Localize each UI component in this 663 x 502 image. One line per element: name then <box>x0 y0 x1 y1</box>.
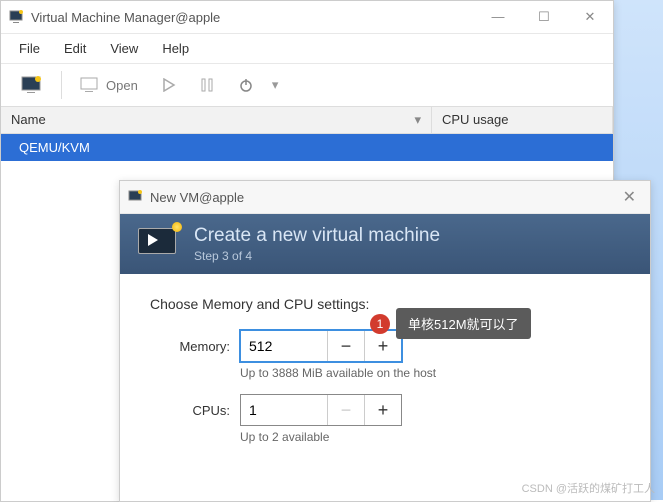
vm-row-selected[interactable]: QEMU/KVM <box>1 134 613 161</box>
memory-minus-button[interactable]: − <box>327 331 364 361</box>
play-button[interactable] <box>152 72 186 98</box>
dialog-icon <box>128 189 144 205</box>
annotation-callout: 1 单核512M就可以了 <box>370 308 531 339</box>
cpus-minus-button[interactable]: − <box>327 395 364 425</box>
cpus-row: CPUs: − + <box>150 394 620 426</box>
wizard-header: Create a new virtual machine Step 3 of 4 <box>120 214 650 274</box>
menu-edit[interactable]: Edit <box>54 38 96 59</box>
menu-view[interactable]: View <box>100 38 148 59</box>
close-button[interactable]: ✕ <box>575 9 605 25</box>
memory-label: Memory: <box>150 339 240 354</box>
open-button[interactable]: Open <box>70 71 148 99</box>
window-controls: — ☐ ✕ <box>483 9 605 25</box>
menubar: File Edit View Help <box>1 34 613 64</box>
cpus-input[interactable] <box>241 395 327 425</box>
cpus-spinner: − + <box>240 394 402 426</box>
memory-hint: Up to 3888 MiB available on the host <box>240 366 620 380</box>
wizard-icon <box>134 224 180 264</box>
power-button[interactable] <box>228 71 264 99</box>
menu-file[interactable]: File <box>9 38 50 59</box>
vm-name: QEMU/KVM <box>19 140 90 155</box>
cpus-hint: Up to 2 available <box>240 430 620 444</box>
watermark: CSDN @活跃的煤矿打工人 <box>522 480 655 496</box>
annotation-text: 单核512M就可以了 <box>396 308 531 339</box>
open-label: Open <box>106 78 138 93</box>
pause-button[interactable] <box>190 72 224 98</box>
maximize-button[interactable]: ☐ <box>529 9 559 25</box>
minimize-button[interactable]: — <box>483 9 513 25</box>
column-cpu[interactable]: CPU usage <box>432 107 613 133</box>
column-name[interactable]: Name ▾ <box>1 107 432 133</box>
column-header: Name ▾ CPU usage <box>1 107 613 134</box>
dialog-titlebar: New VM@apple ✕ <box>120 181 650 214</box>
cpus-plus-button[interactable]: + <box>364 395 401 425</box>
annotation-number: 1 <box>370 314 390 334</box>
dialog-close-button[interactable]: ✕ <box>617 187 642 207</box>
new-vm-button[interactable] <box>11 70 53 100</box>
cpus-label: CPUs: <box>150 403 240 418</box>
wizard-step: Step 3 of 4 <box>194 249 440 263</box>
toolbar-separator <box>61 71 62 99</box>
toolbar: Open ▾ <box>1 64 613 107</box>
wizard-heading: Create a new virtual machine <box>194 225 440 247</box>
app-icon <box>9 9 25 25</box>
main-titlebar: Virtual Machine Manager@apple — ☐ ✕ <box>1 1 613 34</box>
chevron-down-icon: ▾ <box>414 112 421 128</box>
menu-help[interactable]: Help <box>152 38 199 59</box>
power-dropdown[interactable]: ▾ <box>268 71 283 99</box>
dialog-title: New VM@apple <box>150 190 617 205</box>
main-title: Virtual Machine Manager@apple <box>31 10 483 25</box>
memory-input[interactable] <box>241 331 327 361</box>
wizard-body: Choose Memory and CPU settings: Memory: … <box>120 274 650 480</box>
new-vm-dialog: New VM@apple ✕ Create a new virtual mach… <box>119 180 651 502</box>
